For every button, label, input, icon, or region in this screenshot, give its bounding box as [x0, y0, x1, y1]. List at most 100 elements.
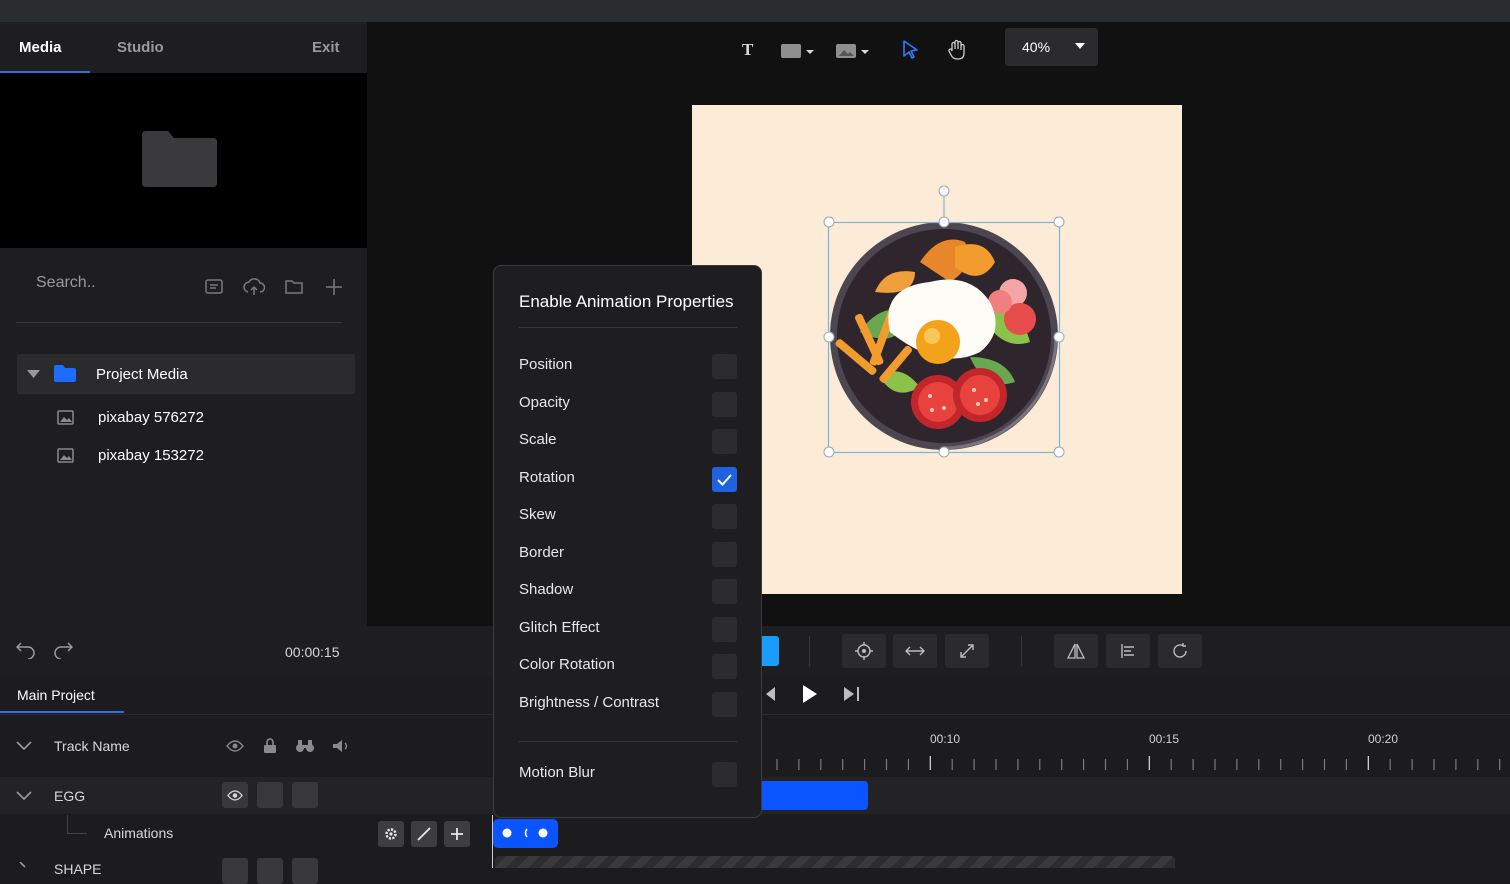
- motion-blur-checkbox[interactable]: [712, 762, 737, 787]
- property-checkbox-rotation[interactable]: [712, 466, 737, 492]
- panel-tabs: Media Studio Exit: [0, 22, 367, 73]
- image-tool-button[interactable]: [835, 42, 871, 60]
- divider: [519, 741, 737, 742]
- center-button[interactable]: [842, 634, 886, 668]
- property-checkbox-skew[interactable]: [712, 504, 737, 529]
- zoom-value: 40%: [1022, 39, 1051, 55]
- horizontal-arrows-icon: [905, 646, 925, 656]
- add-animation-button[interactable]: [444, 821, 470, 847]
- target-icon: [855, 642, 873, 660]
- property-checkbox-shadow[interactable]: [712, 579, 737, 604]
- chevron-down-icon[interactable]: [16, 741, 32, 751]
- chevron-down-icon[interactable]: [27, 370, 40, 378]
- expand-button[interactable]: [945, 634, 989, 668]
- divider: [519, 327, 737, 328]
- property-checkbox-opacity[interactable]: [712, 391, 737, 417]
- curve-icon: [417, 827, 431, 841]
- tab-underline: [0, 711, 124, 713]
- exit-button[interactable]: Exit: [312, 39, 340, 56]
- egg-clip[interactable]: [761, 781, 868, 810]
- eye-icon[interactable]: [226, 740, 244, 752]
- property-label-shadow: Shadow: [519, 581, 574, 598]
- fit-width-button[interactable]: [893, 634, 937, 668]
- property-checkbox-brightness-contrast[interactable]: [712, 691, 737, 717]
- new-folder-icon[interactable]: [282, 275, 306, 299]
- color-button[interactable]: [761, 636, 779, 666]
- gear-icon: [385, 828, 397, 840]
- upload-icon[interactable]: [242, 275, 266, 299]
- motion-blur-label: Motion Blur: [519, 764, 595, 781]
- property-checkbox-scale[interactable]: [712, 429, 737, 454]
- ruler-label: 00:15: [1149, 732, 1180, 746]
- property-label-rotation: Rotation: [519, 468, 575, 486]
- lock-toggle[interactable]: [257, 782, 283, 808]
- ruler-label: 00:10: [930, 732, 961, 746]
- lock-toggle[interactable]: [257, 858, 283, 884]
- zoom-select[interactable]: 40%: [1005, 28, 1098, 66]
- flip-horizontal-button[interactable]: [1054, 634, 1098, 668]
- property-checkbox-position[interactable]: [712, 354, 737, 379]
- keyframe-dots-icon: [502, 828, 548, 838]
- property-checkbox-glitch-effect[interactable]: [712, 616, 737, 642]
- track-name-shape: SHAPE: [54, 861, 102, 877]
- popup-title: Enable Animation Properties: [519, 292, 734, 311]
- play-icon[interactable]: [802, 684, 818, 704]
- expand-icon: [960, 644, 974, 658]
- rotate-button[interactable]: [1158, 634, 1202, 668]
- timeline-ruler[interactable]: [760, 756, 1510, 772]
- keyframe-clip[interactable]: [493, 819, 558, 848]
- search-input[interactable]: [36, 274, 186, 292]
- solo-toggle[interactable]: [292, 858, 318, 884]
- top-bar: [0, 0, 1510, 22]
- hand-pan-icon[interactable]: [947, 39, 967, 61]
- tree-line: [67, 815, 68, 833]
- divider: [1021, 636, 1022, 666]
- plus-icon: [451, 828, 463, 840]
- volume-icon[interactable]: [332, 739, 350, 753]
- project-media-folder[interactable]: Project Media: [17, 354, 355, 394]
- property-checkbox-color-rotation[interactable]: [712, 654, 737, 679]
- visibility-toggle[interactable]: [222, 858, 248, 884]
- property-label-glitch-effect: Glitch Effect: [519, 618, 600, 636]
- property-label-color-rotation: Color Rotation: [519, 656, 615, 673]
- easing-curve-button[interactable]: [411, 821, 437, 847]
- shape-tool-button[interactable]: [780, 42, 816, 60]
- folder-icon: [142, 131, 217, 187]
- text-tool-button[interactable]: T: [742, 40, 753, 60]
- align-button[interactable]: [1106, 634, 1150, 668]
- chevron-down-icon: [1075, 43, 1085, 49]
- tab-media[interactable]: Media: [19, 39, 62, 56]
- property-checkbox-border[interactable]: [712, 541, 737, 567]
- chevron-down-icon[interactable]: [16, 791, 32, 801]
- checkmark-icon: [717, 473, 732, 486]
- skip-end-icon[interactable]: [843, 687, 861, 701]
- image-icon: [57, 448, 74, 463]
- animation-settings-button[interactable]: [378, 821, 404, 847]
- track-row-animations[interactable]: [0, 815, 1510, 851]
- property-label-brightness-contrast: Brightness / Contrast: [519, 693, 660, 711]
- ruler-label: 00:20: [1368, 732, 1399, 746]
- align-icon: [1121, 644, 1134, 658]
- property-label-scale: Scale: [519, 431, 557, 448]
- shape-clip[interactable]: [495, 856, 1175, 868]
- playhead[interactable]: [492, 815, 493, 868]
- tab-main-project[interactable]: Main Project: [17, 687, 95, 703]
- redo-icon[interactable]: [53, 641, 73, 659]
- property-label-opacity: Opacity: [519, 393, 570, 411]
- track-name-header: Track Name: [54, 738, 130, 754]
- current-time: 00:00:15: [285, 644, 340, 660]
- tab-studio[interactable]: Studio: [117, 39, 164, 56]
- food-bowl-image[interactable]: [820, 182, 1070, 462]
- lock-icon[interactable]: [263, 738, 277, 754]
- previous-frame-icon[interactable]: [766, 687, 776, 701]
- visibility-toggle[interactable]: [222, 782, 248, 808]
- add-icon[interactable]: [322, 275, 346, 299]
- solo-toggle[interactable]: [292, 782, 318, 808]
- notes-icon[interactable]: [202, 275, 226, 299]
- undo-icon[interactable]: [16, 641, 36, 659]
- chevron-right-icon[interactable]: [18, 862, 28, 868]
- tree-line: [67, 833, 87, 834]
- select-pointer-icon[interactable]: [902, 40, 920, 60]
- binoculars-icon[interactable]: [295, 739, 315, 753]
- file-name: pixabay 153272: [98, 447, 204, 464]
